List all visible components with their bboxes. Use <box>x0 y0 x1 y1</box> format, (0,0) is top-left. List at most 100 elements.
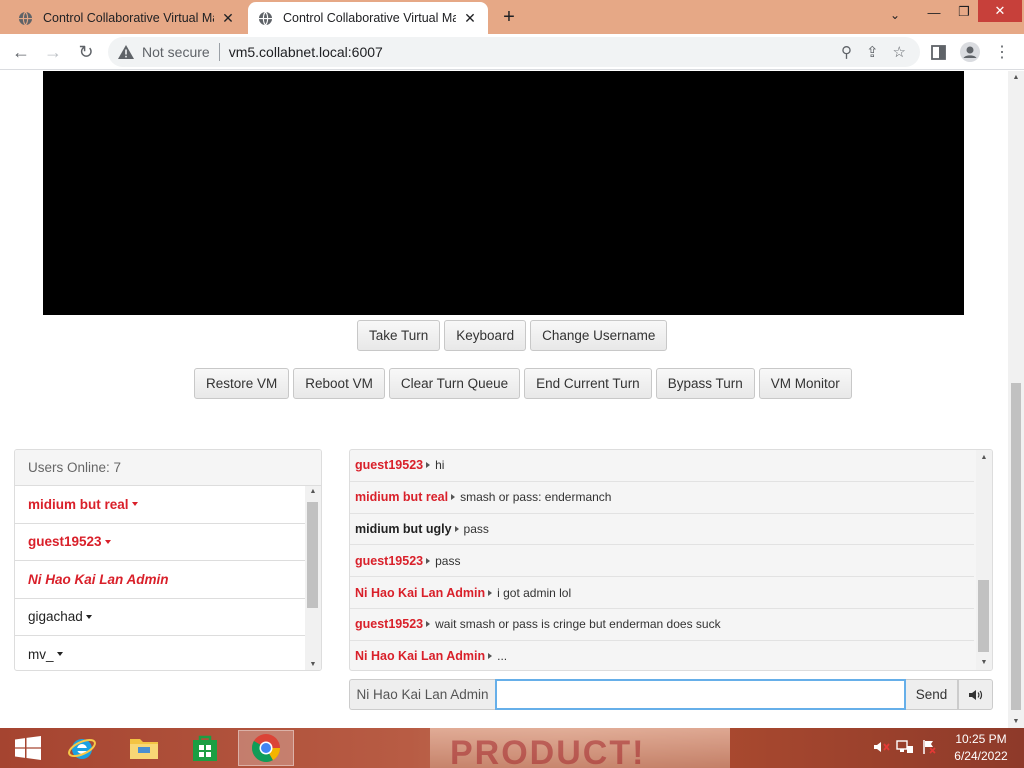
reboot-vm-button[interactable]: Reboot VM <box>293 368 385 399</box>
chat-scrollbar[interactable]: ▲ ▼ <box>976 450 992 670</box>
clock-time: 10:25 PM <box>955 732 1007 746</box>
chat-message-text: pass <box>463 521 489 536</box>
user-list-scrollbar[interactable]: ▲ ▼ <box>305 486 321 670</box>
tab-close-icon[interactable]: ✕ <box>220 10 236 27</box>
send-button[interactable]: Send <box>906 679 958 710</box>
user-list-item[interactable]: gigachad <box>15 599 305 636</box>
speaker-icon <box>968 689 982 700</box>
reload-icon[interactable]: ↻ <box>75 41 97 63</box>
user-list-item[interactable]: mv_ <box>15 636 305 670</box>
browser-tab-2[interactable]: Control Collaborative Virtual Ma ✕ <box>248 2 488 34</box>
volume-muted-icon[interactable] <box>872 740 892 757</box>
start-icon <box>15 736 41 760</box>
vm-display[interactable] <box>43 71 964 315</box>
chat-message-username[interactable]: guest19523 <box>355 617 423 631</box>
vm-monitor-button[interactable]: VM Monitor <box>758 368 852 399</box>
network-icon[interactable] <box>892 739 918 757</box>
keyboard-button[interactable]: Keyboard <box>444 320 527 351</box>
username: mv_ <box>28 646 54 662</box>
tab-close-icon[interactable]: ✕ <box>462 10 478 27</box>
scrollbar-thumb[interactable] <box>307 502 318 608</box>
user-list-item[interactable]: guest19523 <box>15 524 305 561</box>
bookmark-star-icon[interactable]: ☆ <box>893 43 906 61</box>
chat-message-text: hi <box>435 458 445 473</box>
chat-message-username[interactable]: guest19523 <box>355 554 423 568</box>
chat-message-input[interactable] <box>495 679 906 710</box>
window-close-icon[interactable]: ✕ <box>978 0 1022 22</box>
scroll-down-icon[interactable]: ▼ <box>976 659 992 666</box>
side-panel-icon[interactable] <box>928 42 948 62</box>
new-tab-icon[interactable]: + <box>498 6 520 28</box>
chat-message-list: guest19523 hi midium but real smash or pass… <box>350 450 974 670</box>
scrollbar-thumb[interactable] <box>1011 383 1021 710</box>
chat-username-label: Ni Hao Kai Lan Admin <box>349 679 495 710</box>
store-button[interactable] <box>177 730 233 766</box>
security-label: Not secure <box>142 44 210 60</box>
menu-kebab-icon[interactable]: ⋮ <box>994 42 1010 62</box>
chat-message: guest19523 wait smash or pass is cringe b… <box>350 609 974 641</box>
clear-turn-queue-button[interactable]: Clear Turn Queue <box>388 368 521 399</box>
restore-vm-button[interactable]: Restore VM <box>194 368 290 399</box>
start-button[interactable] <box>0 730 56 766</box>
take-turn-button[interactable]: Take Turn <box>357 320 441 351</box>
end-current-turn-button[interactable]: End Current Turn <box>524 368 652 399</box>
globe-icon <box>258 11 273 25</box>
chat-message-username[interactable]: Ni Hao Kai Lan Admin <box>355 649 485 663</box>
scrollbar-thumb[interactable] <box>978 580 989 652</box>
page-scrollbar[interactable]: ▲ ▼ <box>1008 71 1024 728</box>
minimize-icon[interactable]: — <box>918 0 950 24</box>
scroll-up-icon[interactable]: ▲ <box>305 488 321 495</box>
chat-message-text: i got admin lol <box>497 585 572 600</box>
caret-down-icon[interactable] <box>85 614 92 619</box>
profile-avatar-icon[interactable] <box>959 42 981 62</box>
user-list-item[interactable]: Ni Hao Kai Lan Admin <box>15 561 305 599</box>
chat-input-bar: Ni Hao Kai Lan Admin Send <box>349 679 993 710</box>
taskbar-clock[interactable]: 10:25 PM 6/24/2022 <box>946 731 1016 765</box>
url-text: vm5.collabnet.local:6007 <box>228 44 383 60</box>
message-arrow-icon <box>451 494 456 501</box>
restore-icon[interactable]: ❐ <box>948 0 980 24</box>
message-arrow-icon <box>488 653 493 660</box>
back-arrow-icon[interactable]: ← <box>10 41 32 63</box>
wallpaper-text: PRODUCT! <box>450 734 646 768</box>
scroll-up-icon[interactable]: ▲ <box>976 454 992 461</box>
share-icon[interactable]: ⇪ <box>866 43 879 61</box>
sound-toggle-button[interactable] <box>958 679 993 710</box>
address-bar[interactable]: Not secure vm5.collabnet.local:6007 ⚲ ⇪ … <box>108 37 920 67</box>
chrome-button[interactable] <box>238 730 294 766</box>
chat-message-username[interactable]: guest19523 <box>355 458 423 472</box>
message-arrow-icon <box>426 462 431 469</box>
scroll-up-icon[interactable]: ▲ <box>1008 74 1024 81</box>
message-arrow-icon <box>488 589 493 596</box>
file-explorer-button[interactable] <box>116 730 172 766</box>
chat-message-text: pass <box>435 553 461 568</box>
username: gigachad <box>28 609 83 625</box>
chat-message-username[interactable]: midium but real <box>355 490 448 504</box>
chat-message-text: smash or pass: endermanch <box>460 490 612 505</box>
message-arrow-icon <box>454 525 459 532</box>
globe-icon <box>18 11 33 25</box>
chat-message-text: wait smash or pass is cringe but enderma… <box>435 617 721 632</box>
scroll-down-icon[interactable]: ▼ <box>1008 718 1024 725</box>
browser-tab-1[interactable]: Control Collaborative Virtual Ma ✕ <box>8 2 246 34</box>
chat-message-username[interactable]: midium but ugly <box>355 522 452 536</box>
zoom-icon[interactable]: ⚲ <box>841 43 852 61</box>
caret-down-icon[interactable] <box>56 652 63 657</box>
tab-title: Control Collaborative Virtual Ma <box>43 11 214 25</box>
chat-panel: guest19523 hi midium but real smash or pass… <box>349 449 993 671</box>
user-list-item[interactable]: midium but real <box>15 486 305 524</box>
caret-down-icon[interactable] <box>131 502 138 507</box>
chat-message-username[interactable]: Ni Hao Kai Lan Admin <box>355 586 485 600</box>
internet-explorer-button[interactable] <box>54 730 110 766</box>
forward-arrow-icon[interactable]: → <box>42 41 64 63</box>
tab-search-chevron-icon[interactable]: ⌄ <box>890 8 900 22</box>
scroll-down-icon[interactable]: ▼ <box>305 661 321 668</box>
file-explorer-icon <box>130 739 158 759</box>
chat-message: Ni Hao Kai Lan Admin i got admin lol <box>350 577 974 609</box>
chat-message: Ni Hao Kai Lan Admin... <box>350 641 974 670</box>
clock-date: 6/24/2022 <box>954 749 1008 763</box>
action-center-flag-icon[interactable] <box>918 739 940 758</box>
bypass-turn-button[interactable]: Bypass Turn <box>655 368 755 399</box>
change-username-button[interactable]: Change Username <box>530 320 668 351</box>
caret-down-icon[interactable] <box>104 539 111 544</box>
